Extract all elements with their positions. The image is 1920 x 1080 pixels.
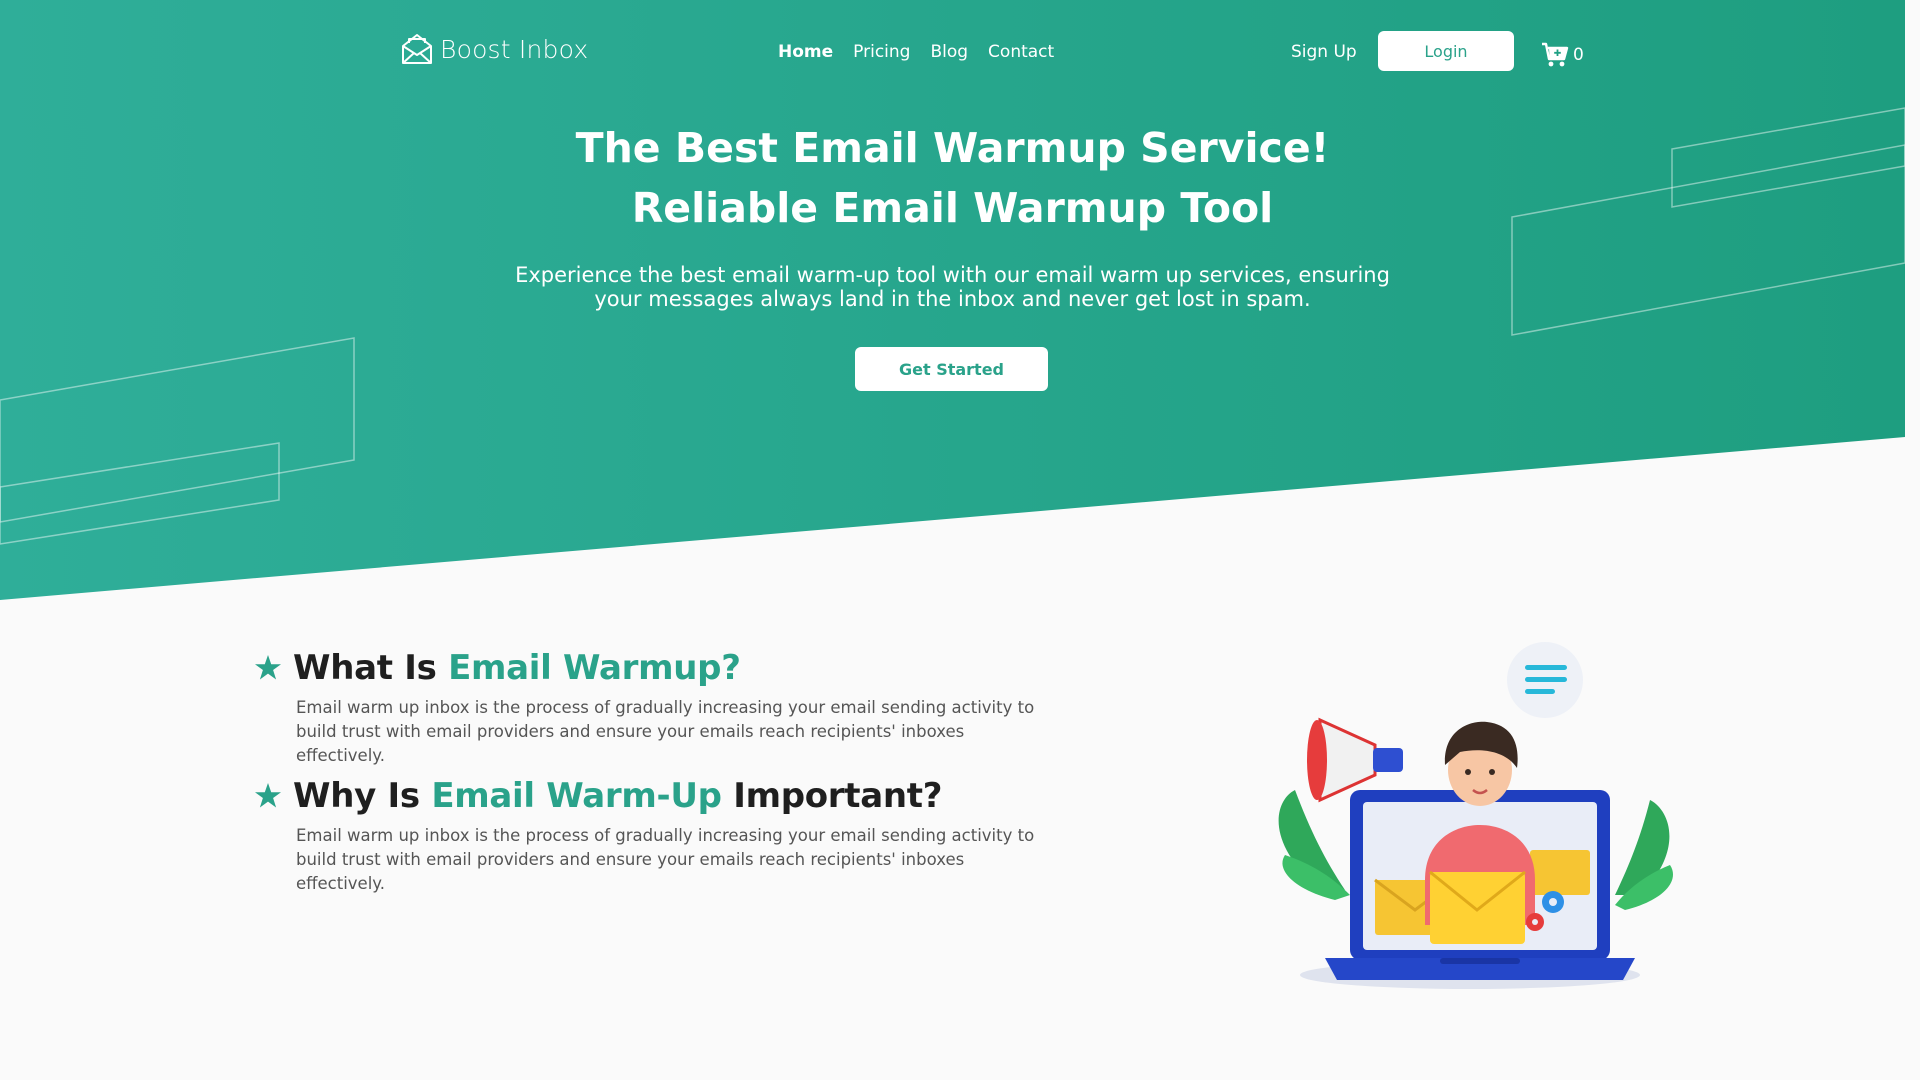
main-nav: Home Pricing Blog Contact	[778, 42, 1054, 62]
hero-title-line1: The Best Email Warmup Service!	[575, 124, 1330, 172]
section-title: What Is Email Warmup?	[293, 648, 741, 688]
section-heading: What Is Email Warmup?	[253, 648, 1053, 688]
nav-item-home[interactable]: Home	[778, 42, 833, 62]
cart-plus-icon	[1542, 42, 1569, 67]
hero-subtitle: Experience the best email warm-up tool w…	[515, 263, 1390, 311]
login-button[interactable]: Login	[1378, 31, 1514, 71]
section-why-important: Why Is Email Warm-Up Important? Email wa…	[253, 776, 1053, 896]
section-title-accent: Email Warmup?	[448, 648, 741, 688]
section-title: Why Is Email Warm-Up Important?	[293, 776, 942, 816]
section-title-suffix: Important?	[721, 776, 943, 816]
page: Boost Inbox Home Pricing Blog Contact Si…	[0, 0, 1905, 1080]
section-body: Email warm up inbox is the process of gr…	[296, 826, 1035, 893]
cart-count: 0	[1573, 45, 1584, 65]
nav-item-blog[interactable]: Blog	[930, 42, 968, 62]
get-started-button[interactable]: Get Started	[855, 347, 1048, 391]
brand-logo[interactable]: Boost Inbox	[400, 32, 588, 66]
section-heading: Why Is Email Warm-Up Important?	[253, 776, 1053, 816]
signup-link[interactable]: Sign Up	[1291, 42, 1357, 62]
brand-name: Boost Inbox	[440, 34, 589, 64]
envelope-open-icon	[402, 34, 432, 64]
section-body: Email warm up inbox is the process of gr…	[296, 698, 1035, 765]
cart-button[interactable]: 0	[1541, 42, 1584, 68]
section-what-is: What Is Email Warmup? Email warm up inbo…	[253, 648, 1053, 768]
nav-item-contact[interactable]: Contact	[988, 42, 1054, 62]
section-title-prefix: Why Is	[293, 776, 432, 816]
hero-title-line2: Reliable Email Warmup Tool	[631, 184, 1274, 232]
section-title-prefix: What Is	[293, 648, 449, 688]
star-icon	[255, 655, 281, 680]
section-title-accent: Email Warm-Up	[431, 776, 722, 816]
star-icon	[255, 783, 281, 808]
nav-item-pricing[interactable]: Pricing	[853, 42, 910, 62]
woman-megaphone-laptop-illustration	[1278, 642, 1673, 989]
